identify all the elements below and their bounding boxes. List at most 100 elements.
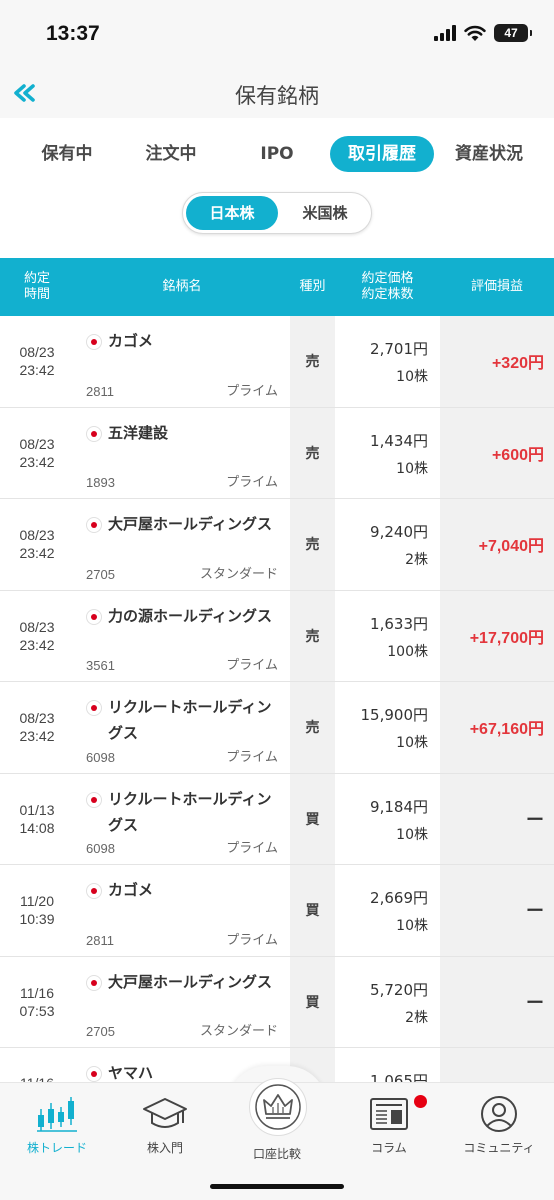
col-datetime: 約定 時間 — [23, 271, 50, 302]
trade-history-list: 08/23 23:42 カゴメ 2811 プライム 売 2,701円 10株 +3… — [0, 316, 554, 1140]
trade-quantity: 100株 — [387, 643, 428, 660]
notification-badge — [414, 1095, 427, 1108]
status-bar: 13:37 47 — [0, 0, 554, 68]
table-row[interactable]: 11/16 07:53 大戸屋ホールディングス 2705 スタンダード 買 5,7… — [0, 956, 554, 1048]
trade-quantity: 10株 — [396, 826, 428, 843]
table-row[interactable]: 01/13 14:08 リクルートホールディングス 6098 プライム 買 9,1… — [0, 773, 554, 865]
account-compare-button[interactable] — [249, 1078, 307, 1136]
tab-bar: 保有中 注文中 IPO 取引履歴 資産状況 — [0, 132, 554, 176]
stock-name: カゴメ — [108, 332, 154, 350]
trade-type: 売 — [305, 445, 320, 462]
trade-datetime: 08/23 23:42 — [19, 710, 55, 745]
status-time: 13:37 — [46, 22, 100, 45]
trade-quantity: 10株 — [396, 369, 428, 385]
stock-code: 3561 — [86, 658, 115, 673]
trade-price: 5,720円 — [370, 980, 428, 999]
nav-label: 口座比較 — [252, 1147, 301, 1161]
profit-loss: +7,040円 — [478, 538, 544, 556]
market-segment: プライム — [226, 932, 278, 948]
japan-flag-icon — [86, 974, 102, 991]
profit-loss: +67,160円 — [469, 721, 544, 739]
tab-asset-status[interactable]: 資産状況 — [446, 136, 532, 172]
table-row[interactable]: 08/23 23:42 カゴメ 2811 プライム 売 2,701円 10株 +3… — [0, 316, 554, 408]
trade-type: 売 — [305, 537, 320, 554]
trade-price: 2,701円 — [370, 340, 428, 358]
profit-loss: ー — [526, 809, 544, 830]
profit-loss: ー — [526, 901, 544, 922]
market-segment: プライム — [226, 841, 278, 856]
trade-datetime: 08/23 23:42 — [19, 618, 55, 653]
market-segment: プライム — [226, 383, 278, 399]
table-row[interactable]: 08/23 23:42 力の源ホールディングス 3561 プライム 売 1,633… — [0, 590, 554, 682]
newspaper-icon — [370, 1098, 408, 1130]
page-title: 保有銘柄 — [235, 84, 319, 108]
tab-trade-history[interactable]: 取引履歴 — [330, 136, 434, 172]
nav-stock-trade[interactable]: 株トレード — [2, 1095, 112, 1156]
battery-indicator: 47 — [494, 24, 532, 42]
profit-loss: +320円 — [491, 355, 544, 373]
trade-price: 9,240円 — [370, 523, 428, 541]
col-pl: 評価損益 — [470, 279, 523, 294]
trade-price: 15,900円 — [360, 706, 429, 724]
col-name: 銘柄名 — [162, 279, 202, 294]
col-type: 種別 — [299, 279, 326, 294]
trade-type: 買 — [305, 811, 320, 828]
wifi-icon — [464, 25, 486, 41]
market-segment: スタンダード — [199, 566, 278, 582]
stock-code: 2811 — [86, 383, 114, 399]
stock-name: 大戸屋ホールディングス — [108, 972, 272, 991]
table-row[interactable]: 08/23 23:42 リクルートホールディングス 6098 プライム 売 15,… — [0, 682, 554, 774]
nav-label: 株入門 — [146, 1141, 183, 1155]
profit-loss: +600円 — [491, 446, 544, 464]
toggle-us-stocks[interactable]: 米国株 — [281, 196, 369, 230]
stock-name: 五洋建設 — [108, 423, 169, 442]
trade-datetime: 08/23 23:42 — [19, 344, 55, 379]
trade-type: 買 — [305, 994, 320, 1011]
stock-code: 6098 — [86, 749, 115, 765]
trade-datetime: 08/23 23:42 — [19, 527, 55, 562]
trade-price: 2,669円 — [370, 889, 428, 907]
stock-code: 2811 — [86, 932, 114, 948]
tab-orders[interactable]: 注文中 — [128, 136, 214, 172]
trade-quantity: 10株 — [396, 918, 428, 934]
trade-quantity: 2株 — [405, 1009, 428, 1026]
japan-flag-icon — [86, 883, 102, 899]
table-row[interactable]: 11/20 10:39 カゴメ 2811 プライム 買 2,669円 10株 ー — [0, 865, 554, 957]
nav-beginners[interactable]: 株入門 — [110, 1095, 220, 1156]
japan-flag-icon — [86, 791, 102, 808]
stock-name: カゴメ — [108, 881, 154, 899]
tab-ipo[interactable]: IPO — [234, 136, 320, 172]
japan-flag-icon — [86, 608, 102, 625]
profit-loss: +17,700円 — [469, 629, 544, 647]
table-row[interactable]: 08/23 23:42 大戸屋ホールディングス 2705 スタンダード 売 9,2… — [0, 499, 554, 591]
nav-community[interactable]: コミュニティ — [444, 1095, 554, 1156]
japan-flag-icon — [86, 700, 102, 716]
market-segment: スタンダード — [199, 1024, 278, 1039]
trade-datetime: 11/16 07:53 — [19, 984, 55, 1019]
profit-loss: ー — [526, 992, 544, 1013]
japan-flag-icon — [86, 1066, 102, 1082]
trade-price: 1,633円 — [370, 614, 428, 633]
trade-type: 売 — [305, 720, 320, 737]
stock-code: 2705 — [86, 1024, 115, 1039]
nav-label: コラム — [371, 1141, 407, 1155]
trade-datetime: 08/23 23:42 — [19, 435, 55, 470]
toggle-japan-stocks[interactable]: 日本株 — [186, 196, 278, 230]
status-icons: 47 — [434, 24, 532, 42]
trade-type: 売 — [305, 628, 320, 645]
trade-datetime: 11/20 10:39 — [19, 893, 55, 928]
japan-flag-icon — [86, 334, 102, 350]
nav-account-compare[interactable]: 口座比較 — [222, 1139, 332, 1162]
market-segment: プライム — [226, 475, 278, 490]
nav-column[interactable]: コラム — [334, 1095, 444, 1156]
trade-type: 買 — [305, 903, 320, 920]
tab-holdings[interactable]: 保有中 — [24, 136, 110, 172]
table-row[interactable]: 08/23 23:42 五洋建設 1893 プライム 売 1,434円 10株 +… — [0, 407, 554, 499]
app-header: 保有銘柄 — [0, 68, 554, 118]
home-indicator — [210, 1184, 344, 1189]
col-price-qty: 約定価格 約定株数 — [361, 271, 414, 302]
market-toggle: 日本株 米国株 — [182, 192, 372, 234]
stock-code: 6098 — [86, 841, 115, 856]
trade-type: 売 — [305, 354, 320, 371]
stock-code: 2705 — [86, 566, 115, 582]
